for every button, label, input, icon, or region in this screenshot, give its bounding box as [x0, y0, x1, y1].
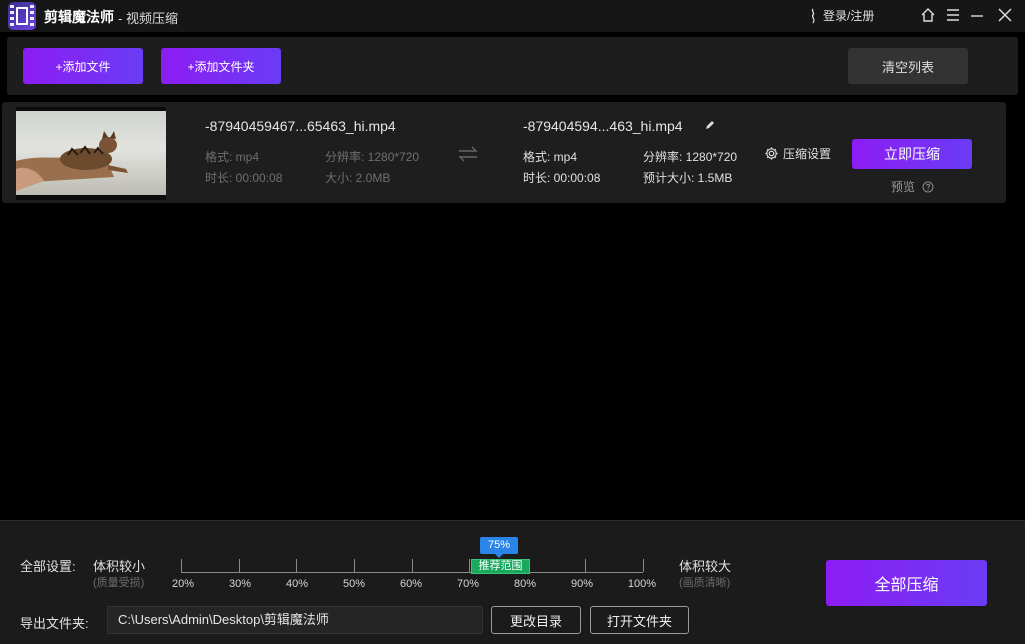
app-logo-icon	[8, 2, 36, 30]
title-bar: 剪辑魔法师 - 视频压缩 登录/注册	[0, 0, 1025, 32]
output-estimated-size: 预计大小: 1.5MB	[643, 171, 733, 185]
recommended-range: 推荐范围	[471, 559, 530, 574]
help-icon[interactable]	[922, 181, 934, 193]
compress-now-button[interactable]: 立即压缩	[852, 139, 972, 169]
export-folder-label: 导出文件夹:	[20, 616, 89, 631]
slider-tick-label: 70%	[456, 578, 480, 590]
output-format: 格式: mp4	[523, 150, 578, 164]
add-folder-button[interactable]: +添加文件夹	[161, 48, 281, 84]
compress-settings-label: 压缩设置	[783, 147, 832, 161]
output-duration: 时长: 00:00:08	[523, 171, 601, 185]
app-name: 剪辑魔法师	[44, 9, 114, 25]
user-icon	[811, 8, 815, 23]
smaller-size-hint: (质量受损)	[93, 577, 145, 589]
slider-track[interactable]	[181, 572, 643, 573]
output-file-name: -879404594...463_hi.mp4	[523, 118, 683, 134]
bottom-settings-panel: 全部设置: 体积较小 (质量受损) 推荐范围 75% 20% 30% 40% 5…	[0, 520, 1025, 644]
toolbar: +添加文件 +添加文件夹 清空列表	[7, 37, 1018, 95]
login-register-label: 登录/注册	[823, 9, 875, 23]
slider-tick	[239, 559, 240, 572]
source-resolution: 分辨率: 1280*720	[325, 150, 420, 164]
slider-tick-label: 30%	[228, 578, 252, 590]
export-path-field[interactable]: C:\Users\Admin\Desktop\剪辑魔法师	[107, 606, 483, 634]
slider-tick	[469, 559, 470, 572]
slider-tick	[354, 559, 355, 572]
slider-tick-label: 50%	[342, 578, 366, 590]
slider-tick	[296, 559, 297, 572]
edit-name-icon[interactable]	[704, 118, 716, 136]
video-thumbnail[interactable]	[16, 107, 166, 200]
compress-all-button[interactable]: 全部压缩	[826, 560, 987, 606]
window-subtitle: - 视频压缩	[118, 11, 178, 26]
slider-tick	[412, 559, 413, 572]
convert-arrows-icon	[458, 146, 478, 167]
larger-size-label: 体积较大	[679, 559, 732, 574]
slider-tick	[181, 559, 182, 572]
source-file-name: -87940459467...65463_hi.mp4	[205, 118, 396, 134]
smaller-size-label: 体积较小	[93, 559, 146, 574]
menu-icon[interactable]	[943, 5, 963, 25]
source-size: 大小: 2.0MB	[325, 171, 391, 185]
compress-settings-button[interactable]: 压缩设置	[764, 145, 831, 162]
source-duration: 时长: 00:00:08	[205, 171, 283, 185]
open-folder-button[interactable]: 打开文件夹	[590, 606, 689, 634]
add-file-button[interactable]: +添加文件	[23, 48, 143, 84]
slider-tick	[643, 559, 644, 572]
output-resolution: 分辨率: 1280*720	[643, 150, 738, 164]
slider-tick-label: 80%	[513, 578, 537, 590]
slider-tick	[585, 559, 586, 572]
clear-list-button[interactable]: 清空列表	[848, 48, 968, 84]
minimize-icon[interactable]	[967, 5, 987, 25]
change-directory-button[interactable]: 更改目录	[491, 606, 581, 634]
slider-tick-label: 40%	[285, 578, 309, 590]
file-list-item: -87940459467...65463_hi.mp4 格式: mp4 分辨率:…	[2, 102, 1006, 203]
preview-label: 预览	[891, 180, 916, 194]
slider-tick-label: 60%	[399, 578, 423, 590]
home-icon[interactable]	[918, 5, 938, 25]
thumbnail-image	[16, 111, 166, 195]
all-settings-label: 全部设置:	[20, 559, 76, 574]
source-format: 格式: mp4	[205, 150, 260, 164]
slider-tick-label: 20%	[171, 578, 195, 590]
close-icon[interactable]	[995, 5, 1015, 25]
slider-tick-label: 100%	[627, 578, 657, 590]
slider-tick-label: 90%	[570, 578, 594, 590]
larger-size-hint: (画质清晰)	[679, 577, 731, 589]
gear-icon	[765, 147, 778, 160]
login-register-link[interactable]: 登录/注册	[808, 7, 874, 24]
slider-value-bubble[interactable]: 75%	[480, 537, 518, 558]
preview-link[interactable]: 预览	[891, 178, 934, 195]
